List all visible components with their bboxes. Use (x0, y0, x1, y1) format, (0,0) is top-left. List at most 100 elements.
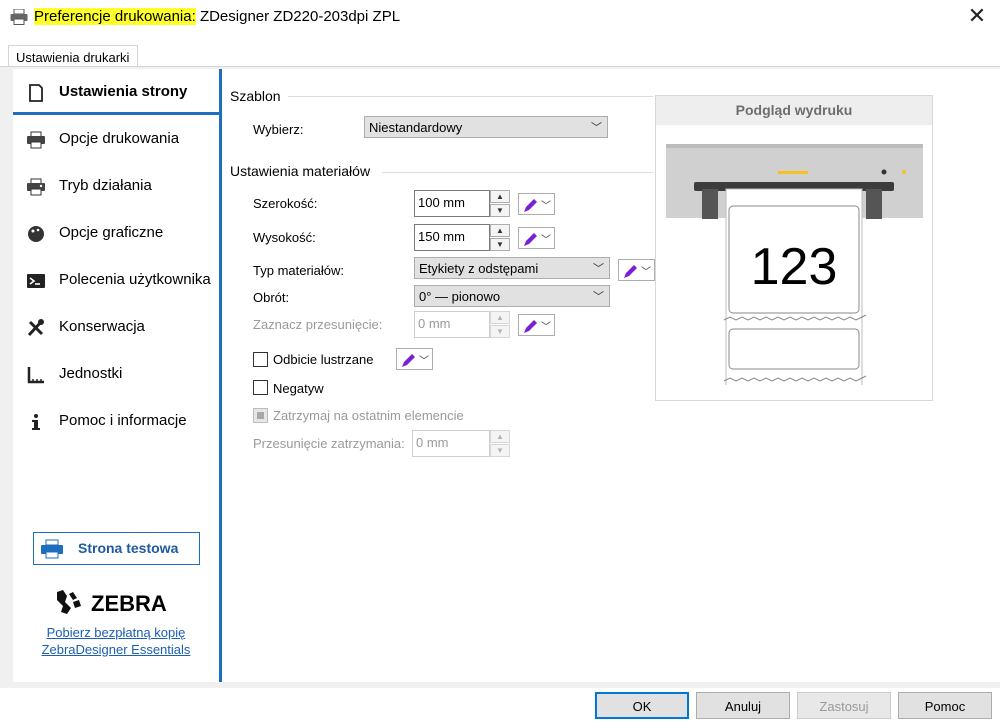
sidebar-item-operation-mode[interactable]: Tryb działania (13, 163, 219, 209)
sidebar-item-label: Opcje drukowania (59, 130, 180, 147)
chevron-down-icon[interactable]: ▼ (490, 204, 510, 217)
download-link-line1: Pobierz bezpłatną kopię (46, 625, 186, 640)
pen-icon (524, 199, 537, 212)
palette-icon (26, 224, 46, 244)
sidebar-item-maintenance[interactable]: Konserwacja (13, 304, 219, 350)
window-title: Preferencje drukowania: ZDesigner ZD220-… (34, 8, 400, 25)
chevron-down-icon[interactable]: ▼ (490, 238, 510, 251)
chevron-down-icon: ﹀ (541, 201, 551, 212)
download-link-line2: ZebraDesigner Essentials (41, 642, 191, 657)
media-type-select[interactable]: Etykiety z odstępami ﹀ (414, 257, 610, 279)
offset-label: Zaznacz przesunięcie: (253, 317, 383, 332)
printer-right-guide (866, 189, 882, 219)
sidebar-item-label: Jednostki (59, 365, 123, 382)
chevron-down-icon: ﹀ (541, 235, 551, 246)
chevron-up-icon[interactable]: ▲ (490, 190, 510, 203)
chevron-down-icon[interactable]: ▼ (490, 444, 510, 457)
label-sheet-next (728, 328, 860, 370)
divider (288, 96, 653, 97)
chevron-down-icon: ﹀ (419, 356, 429, 367)
test-page-label: Strona testowa (78, 540, 179, 556)
pen-icon (624, 265, 637, 278)
sidebar-item-label: Pomoc i informacje (59, 412, 187, 429)
media-type-label: Typ materiałów: (253, 263, 345, 278)
chevron-down-icon: ﹀ (541, 322, 551, 333)
mirror-edit-button[interactable]: ﹀ (396, 348, 433, 370)
width-stepper[interactable]: ▲ ▼ (490, 190, 510, 217)
sidebar-item-help[interactable]: Pomoc i informacje (13, 398, 219, 444)
chevron-up-icon[interactable]: ▲ (490, 430, 510, 443)
ok-button[interactable]: OK (595, 692, 689, 719)
negative-checkbox[interactable] (253, 380, 268, 395)
rotation-select[interactable]: 0° — pionowo ﹀ (414, 285, 610, 307)
download-link[interactable]: Pobierz bezpłatną kopię ZebraDesigner Es… (13, 624, 219, 658)
offset-stepper[interactable]: ▲ ▼ (490, 311, 510, 338)
offset-input[interactable]: 0 mm (414, 311, 490, 338)
window-title-printer: ZDesigner ZD220-203dpi ZPL (199, 8, 401, 25)
negative-label: Negatyw (273, 381, 324, 396)
pen-icon (402, 354, 415, 367)
sidebar-item-page-setup[interactable]: Ustawienia strony (13, 69, 219, 115)
sidebar-item-label: Tryb działania (59, 177, 152, 194)
sidebar-item-units[interactable]: Jednostki (13, 351, 219, 397)
help-button[interactable]: Pomoc (898, 692, 992, 719)
height-input[interactable]: 150 mm (414, 224, 490, 251)
printer-top-edge (666, 144, 923, 148)
media-type-value: Etykiety z odstępami (419, 261, 539, 276)
width-label: Szerokość: (253, 196, 318, 211)
template-group-title: Szablon (230, 88, 281, 104)
printer-icon (40, 539, 64, 559)
terminal-icon (26, 271, 46, 291)
stop-offset-input[interactable]: 0 mm (412, 430, 490, 457)
printer-mode-icon (26, 177, 46, 197)
sidebar: Ustawienia strony Opcje drukowania Tryb … (13, 69, 222, 682)
rotation-label: Obrót: (253, 290, 290, 305)
mirror-checkbox[interactable] (253, 352, 268, 367)
chevron-up-icon[interactable]: ▲ (490, 224, 510, 237)
page-icon (26, 83, 46, 103)
chevron-up-icon[interactable]: ▲ (490, 311, 510, 324)
tab-printer-settings[interactable]: Ustawienia drukarki (8, 45, 138, 68)
printer-left-guide (702, 189, 718, 219)
apply-button[interactable]: Zastosuj (797, 692, 891, 719)
printer-icon (10, 8, 28, 25)
stop-last-checkbox[interactable] (253, 408, 268, 423)
height-edit-button[interactable]: ﹀ (518, 227, 555, 249)
chevron-down-icon: ﹀ (593, 263, 604, 275)
media-group-title: Ustawienia materiałów (230, 163, 371, 179)
chevron-down-icon[interactable]: ▼ (490, 325, 510, 338)
zebra-logo-text: ZEBRA (91, 591, 167, 616)
chevron-down-icon: ﹀ (593, 291, 604, 303)
pen-icon (524, 233, 537, 246)
mirror-label: Odbicie lustrzane (273, 352, 374, 367)
cancel-button[interactable]: Anuluj (696, 692, 790, 719)
chevron-down-icon: ﹀ (641, 267, 651, 278)
width-input[interactable]: 100 mm (414, 190, 490, 217)
sidebar-item-print-options[interactable]: Opcje drukowania (13, 116, 219, 162)
tab-strip: Ustawienia drukarki (0, 34, 1000, 68)
template-select-label: Wybierz: (253, 122, 304, 137)
width-edit-button[interactable]: ﹀ (518, 193, 555, 215)
sidebar-item-label: Konserwacja (59, 318, 145, 335)
sidebar-item-label: Opcje graficzne (59, 224, 164, 241)
pen-icon (524, 320, 537, 333)
sidebar-item-user-commands[interactable]: Polecenia użytkownika (13, 257, 219, 303)
stop-offset-stepper[interactable]: ▲ ▼ (490, 430, 510, 457)
height-label: Wysokość: (253, 230, 316, 245)
close-icon[interactable]: ✕ (965, 5, 989, 29)
test-page-button[interactable]: Strona testowa (33, 532, 200, 565)
template-select[interactable]: Niestandardowy ﹀ (364, 116, 608, 138)
sidebar-item-graphic-options[interactable]: Opcje graficzne (13, 210, 219, 256)
sidebar-item-label: Polecenia użytkownika (59, 271, 211, 288)
chevron-down-icon: ﹀ (591, 122, 602, 134)
height-stepper[interactable]: ▲ ▼ (490, 224, 510, 251)
rotation-value: 0° — pionowo (419, 289, 501, 304)
printer-status-led (778, 171, 808, 174)
ruler-icon (26, 365, 46, 385)
print-preview: Podgląd wydruku 123 (655, 95, 933, 401)
media-type-edit-button[interactable]: ﹀ (618, 259, 655, 281)
title-bar: Preferencje drukowania: ZDesigner ZD220-… (0, 0, 1000, 34)
offset-edit-button[interactable]: ﹀ (518, 314, 555, 336)
template-select-value: Niestandardowy (369, 120, 463, 135)
zebra-head-icon (57, 590, 81, 614)
